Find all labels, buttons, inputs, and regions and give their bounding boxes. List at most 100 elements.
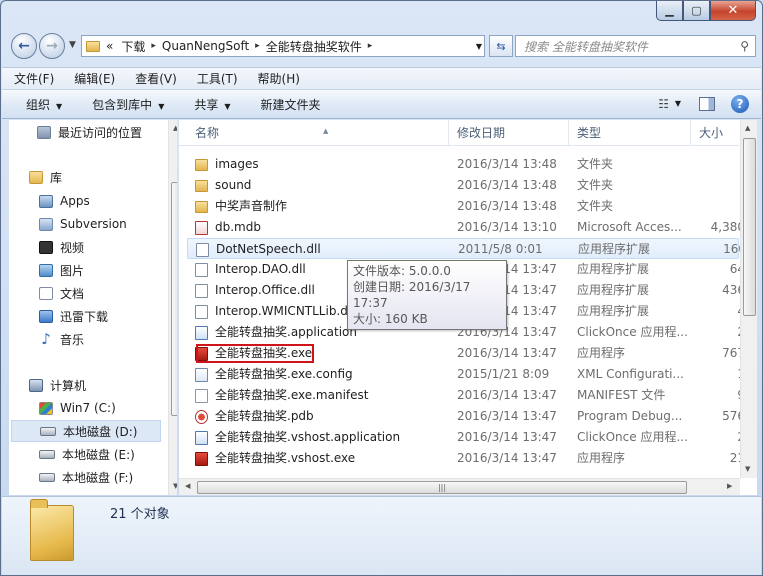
file-row[interactable]: 全能转盘抽奖.exe.manifest 2016/3/14 13:47 MANIFE… [187, 385, 745, 406]
column-size[interactable]: 大小 [691, 120, 739, 146]
file-row[interactable]: 全能转盘抽奖.vshost.application 2016/3/14 13:47… [187, 427, 745, 448]
menu-file[interactable]: 文件(F) [14, 70, 54, 87]
nav-subversion[interactable]: Subversion [39, 213, 177, 235]
forward-button[interactable]: → [39, 33, 65, 59]
nav-drive-e[interactable]: 本地磁盘 (E:) [39, 443, 177, 465]
file-size: 1 [705, 364, 745, 385]
scroll-left-icon[interactable]: ◀ [185, 482, 190, 490]
file-list-horizontal-scrollbar[interactable]: ◀ ||| ▶ [179, 478, 740, 495]
nav-label: 图片 [60, 263, 85, 278]
nav-videos[interactable]: 视频 [39, 236, 177, 258]
nav-label: 本地磁盘 (E:) [62, 447, 135, 462]
back-button[interactable]: ← [11, 33, 37, 59]
preview-pane-icon[interactable] [699, 97, 715, 111]
breadcrumb-chevron-icon[interactable]: ▸ [366, 41, 375, 51]
column-name[interactable]: 名称 ▲ [187, 120, 449, 146]
file-row[interactable]: 全能转盘抽奖.vshost.exe 2016/3/14 13:47 应用程序 21 [187, 448, 745, 469]
tooltip-size: 大小: 160 KB [353, 312, 428, 326]
nav-label: 最近访问的位置 [58, 125, 143, 140]
change-view-icon[interactable]: ☷ [658, 97, 669, 111]
file-name: 中奖声音制作 [215, 199, 288, 213]
sort-ascending-icon: ▲ [323, 127, 329, 135]
nav-scrollbar[interactable]: ▲ ▼ [168, 120, 177, 495]
hard-drive-icon [39, 449, 55, 459]
refresh-button[interactable]: ⇆ [489, 35, 513, 57]
nav-libraries[interactable]: 库 [29, 166, 177, 188]
nav-drive-c[interactable]: Win7 (C:) [39, 397, 177, 419]
file-row[interactable]: 中奖声音制作 2016/3/14 13:48 文件夹 [187, 196, 739, 217]
search-icon[interactable]: ⚲ [740, 39, 749, 53]
breadcrumb-current-folder[interactable]: 全能转盘抽奖软件 [262, 38, 366, 55]
view-dropdown-icon[interactable]: ▼ [675, 99, 681, 108]
pdb-icon [195, 409, 208, 424]
minimize-button[interactable]: ▁ [656, 1, 683, 21]
file-size: 767 [722, 346, 745, 360]
breadcrumb-downloads[interactable]: 下载 [117, 38, 149, 55]
menu-bar: 文件(F) 编辑(E) 查看(V) 工具(T) 帮助(H) [2, 67, 761, 89]
file-type: ClickOnce 应用程... [577, 430, 688, 444]
file-type: MANIFEST 文件 [577, 388, 666, 402]
address-bar[interactable]: « 下载 ▸ QuanNengSoft ▸ 全能转盘抽奖软件 ▸ ▼ [81, 35, 485, 57]
file-row[interactable]: 全能转盘抽奖.exe.config 2015/1/21 8:09 XML Confi… [187, 364, 745, 385]
file-list-pane: 名称 ▲ 修改日期 类型 大小 images 2016/3/14 13:48 文件夹 s… [179, 120, 757, 495]
file-name-cell: 全能转盘抽奖.pdb [195, 406, 314, 427]
breadcrumb-quannengsoft[interactable]: QuanNengSoft [158, 39, 253, 53]
menu-help[interactable]: 帮助(H) [258, 70, 300, 87]
nav-documents[interactable]: 文档 [39, 282, 177, 304]
file-type: 文件夹 [577, 157, 614, 171]
breadcrumb-chevron-icon[interactable]: ▸ [149, 41, 158, 51]
nav-pictures[interactable]: 图片 [39, 259, 177, 281]
scroll-up-icon[interactable]: ▲ [173, 124, 177, 132]
nav-drive-f[interactable]: 本地磁盘 (F:) [39, 466, 177, 488]
nav-recent-places[interactable]: 最近访问的位置 [37, 121, 177, 143]
back-arrow-icon: ← [18, 38, 30, 54]
details-pane: 21 个对象 [2, 496, 761, 575]
file-name: 全能转盘抽奖.application [215, 325, 358, 339]
maximize-button[interactable]: ▢ [683, 1, 710, 21]
file-row[interactable]: db.mdb 2016/3/14 13:10 Microsoft Acces... 4… [187, 217, 745, 238]
nav-drive-d[interactable]: 本地磁盘 (D:) [11, 420, 161, 442]
scroll-down-icon[interactable]: ▼ [745, 465, 750, 473]
nav-apps[interactable]: Apps [39, 190, 177, 212]
scroll-right-icon[interactable]: ▶ [727, 482, 732, 490]
file-list-vertical-scrollbar[interactable]: ▲ ▼ [740, 120, 757, 478]
column-type[interactable]: 类型 [569, 120, 691, 146]
nav-scroll-thumb[interactable] [171, 182, 177, 416]
file-name: Interop.WMICNTLLib.dll [215, 304, 355, 318]
search-input[interactable]: 搜索 全能转盘抽奖软件 ⚲ [515, 35, 756, 57]
scroll-down-icon[interactable]: ▼ [173, 482, 177, 490]
nav-computer[interactable]: 计算机 [29, 374, 177, 396]
file-size [705, 196, 745, 217]
file-size [705, 154, 745, 175]
breadcrumb-overflow[interactable]: « [102, 39, 117, 53]
share-button[interactable]: 共享 ▼ [194, 96, 230, 113]
scroll-up-icon[interactable]: ▲ [745, 124, 750, 132]
recent-pages-dropdown[interactable]: ▼ [69, 40, 76, 50]
search-placeholder: 搜索 全能转盘抽奖软件 [524, 39, 648, 54]
file-row[interactable]: DotNetSpeech.dll 2011/5/8 0:01 应用程序扩展 160 [187, 238, 746, 259]
close-button[interactable]: ✕ [710, 1, 756, 21]
breadcrumb-chevron-icon[interactable]: ▸ [253, 41, 262, 51]
nav-xunlei-downloads[interactable]: 迅雷下载 [39, 305, 177, 327]
organize-button[interactable]: 组织 ▼ [26, 96, 62, 113]
file-size: 4 [705, 301, 745, 322]
nav-music[interactable]: ♪ 音乐 [39, 328, 177, 350]
computer-icon [29, 378, 43, 392]
include-in-library-button[interactable]: 包含到库中 ▼ [92, 96, 164, 113]
nav-label: Apps [60, 194, 90, 208]
menu-view[interactable]: 查看(V) [135, 70, 177, 87]
file-row[interactable]: 全能转盘抽奖.pdb 2016/3/14 13:47 Program Debug..… [187, 406, 745, 427]
organize-label: 组织 [26, 97, 51, 112]
help-icon[interactable]: ? [731, 95, 749, 113]
file-row[interactable]: images 2016/3/14 13:48 文件夹 [187, 154, 739, 175]
horizontal-scroll-thumb[interactable]: ||| [197, 481, 687, 494]
column-date-modified[interactable]: 修改日期 [449, 120, 569, 146]
menu-tools[interactable]: 工具(T) [197, 70, 238, 87]
address-dropdown-icon[interactable]: ▼ [476, 42, 482, 51]
subversion-library-icon [39, 217, 53, 231]
menu-edit[interactable]: 编辑(E) [74, 70, 115, 87]
vertical-scroll-thumb[interactable] [743, 138, 756, 316]
file-type: ClickOnce 应用程... [577, 325, 688, 339]
file-row[interactable]: sound 2016/3/14 13:48 文件夹 [187, 175, 739, 196]
new-folder-button[interactable]: 新建文件夹 [261, 96, 321, 113]
